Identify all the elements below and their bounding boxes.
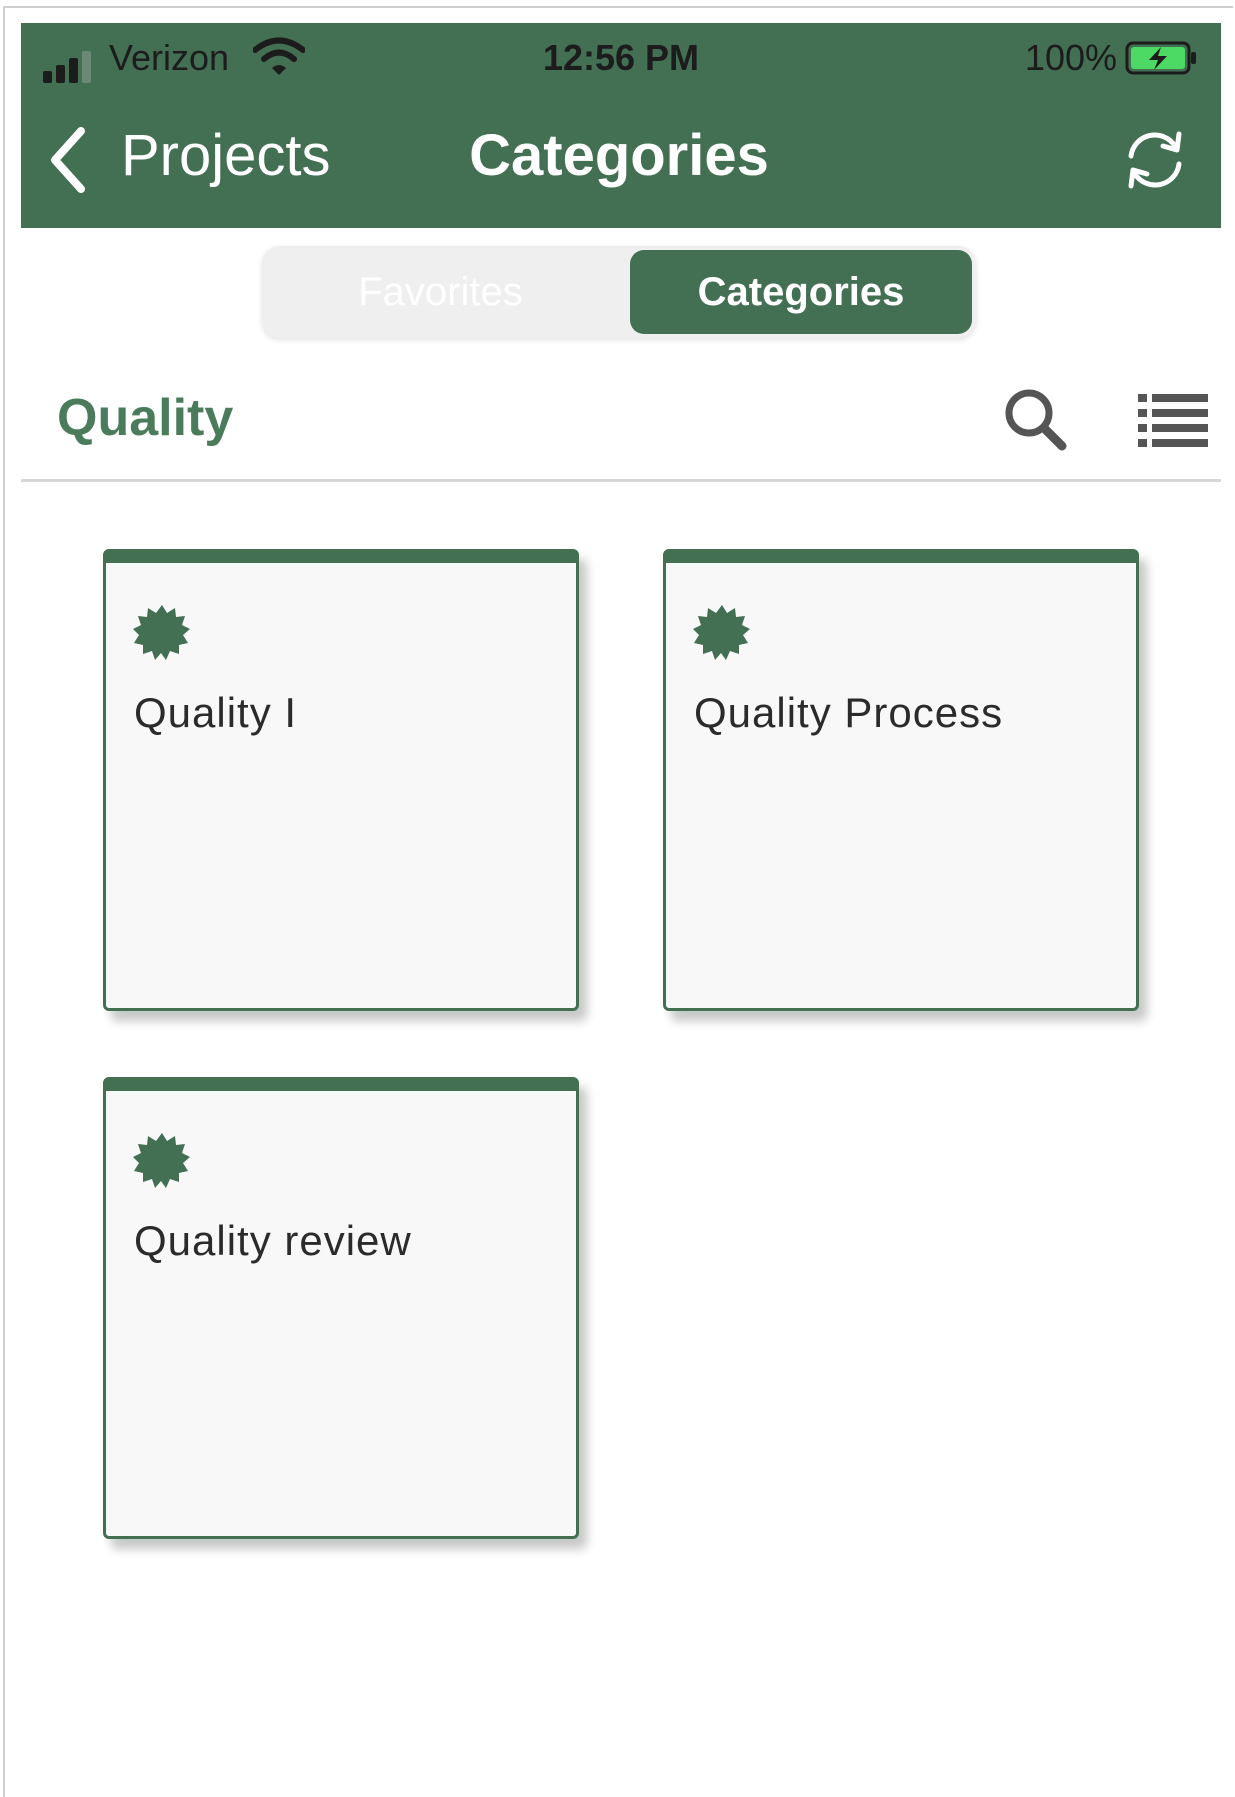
divider bbox=[21, 479, 1221, 482]
refresh-icon[interactable] bbox=[1121, 126, 1189, 194]
category-card[interactable]: Quality I bbox=[103, 549, 579, 1011]
segmented-control: Favorites Categories bbox=[262, 246, 976, 338]
tab-favorites[interactable]: Favorites bbox=[262, 246, 619, 338]
badge-icon bbox=[693, 605, 750, 660]
badge-icon bbox=[133, 1133, 190, 1188]
list-view-icon[interactable] bbox=[1138, 392, 1208, 448]
status-bar: Verizon 12:56 PM 100% bbox=[21, 23, 1221, 93]
page-title: Categories bbox=[469, 123, 769, 188]
category-card[interactable]: Quality review bbox=[103, 1077, 579, 1539]
battery-percent: 100% bbox=[1024, 37, 1117, 78]
badge-icon bbox=[133, 605, 190, 660]
card-title: Quality Process bbox=[694, 689, 1004, 736]
search-icon[interactable] bbox=[1002, 386, 1068, 452]
category-card[interactable]: Quality Process bbox=[663, 549, 1139, 1011]
card-title: Quality I bbox=[134, 689, 298, 736]
section-title: Quality bbox=[57, 389, 234, 447]
header: Verizon 12:56 PM 100% Projects Categorie… bbox=[21, 23, 1221, 228]
battery-icon bbox=[1125, 41, 1196, 75]
card-title: Quality review bbox=[134, 1217, 412, 1264]
tab-categories[interactable]: Categories bbox=[630, 250, 972, 334]
